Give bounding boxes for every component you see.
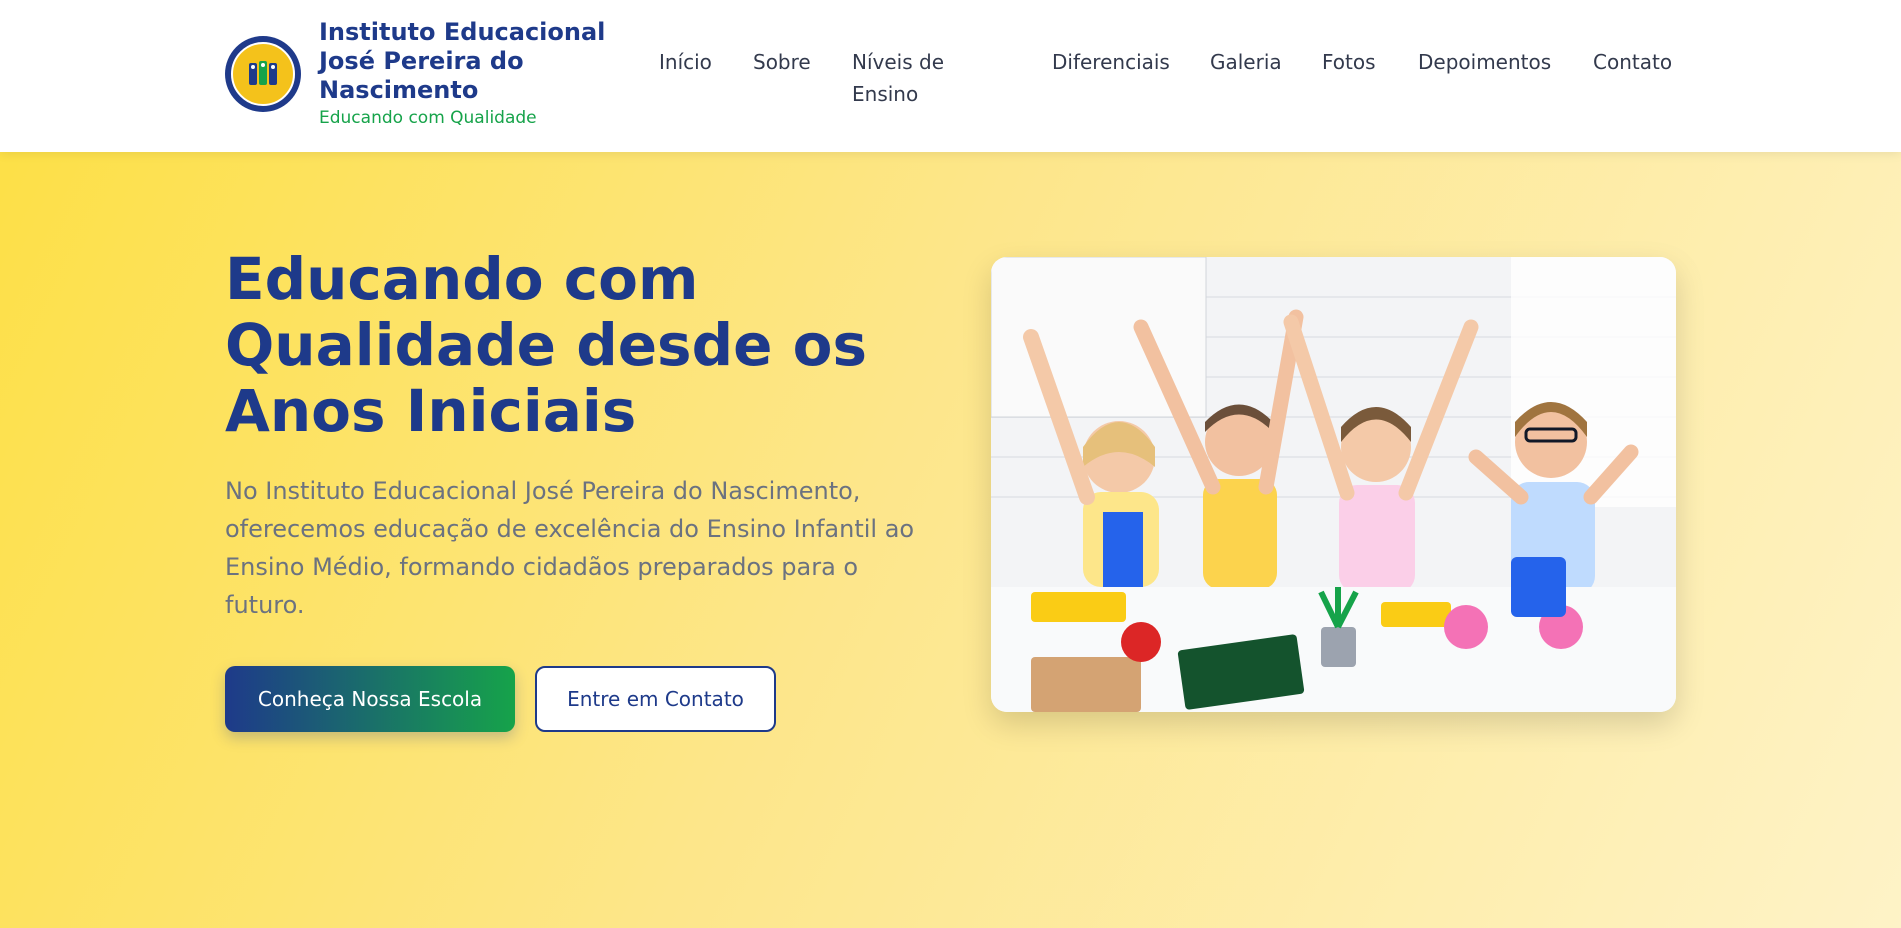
hero-photo-children-celebrating bbox=[991, 257, 1676, 712]
school-crest-icon bbox=[231, 42, 295, 106]
nav-item-fotos[interactable]: Fotos bbox=[1322, 46, 1376, 78]
hero-description: No Instituto Educacional José Pereira do… bbox=[225, 477, 915, 619]
school-logo[interactable] bbox=[225, 36, 301, 112]
nav-item-contato[interactable]: Contato bbox=[1593, 46, 1672, 78]
nav-item-niveis-de-ensino[interactable]: Níveis de Ensino bbox=[852, 46, 982, 110]
nav-item-sobre[interactable]: Sobre bbox=[753, 46, 811, 78]
brand-tagline: Educando com Qualidade bbox=[319, 108, 537, 128]
nav-item-diferenciais[interactable]: Diferenciais bbox=[1052, 46, 1170, 78]
site-header: Instituto Educacional José Pereira do Na… bbox=[0, 0, 1901, 152]
hero-section: Educando com Qualidade desde os Anos Ini… bbox=[0, 152, 1901, 928]
hero-title: Educando com Qualidade desde os Anos Ini… bbox=[225, 245, 867, 445]
brand-name[interactable]: Instituto Educacional José Pereira do Na… bbox=[319, 18, 609, 105]
nav-item-depoimentos[interactable]: Depoimentos bbox=[1418, 46, 1551, 78]
conheca-escola-button[interactable]: Conheça Nossa Escola bbox=[225, 666, 515, 732]
entre-em-contato-button[interactable]: Entre em Contato bbox=[535, 666, 776, 732]
nav-item-galeria[interactable]: Galeria bbox=[1210, 46, 1282, 78]
nav-item-inicio[interactable]: Início bbox=[659, 46, 712, 78]
